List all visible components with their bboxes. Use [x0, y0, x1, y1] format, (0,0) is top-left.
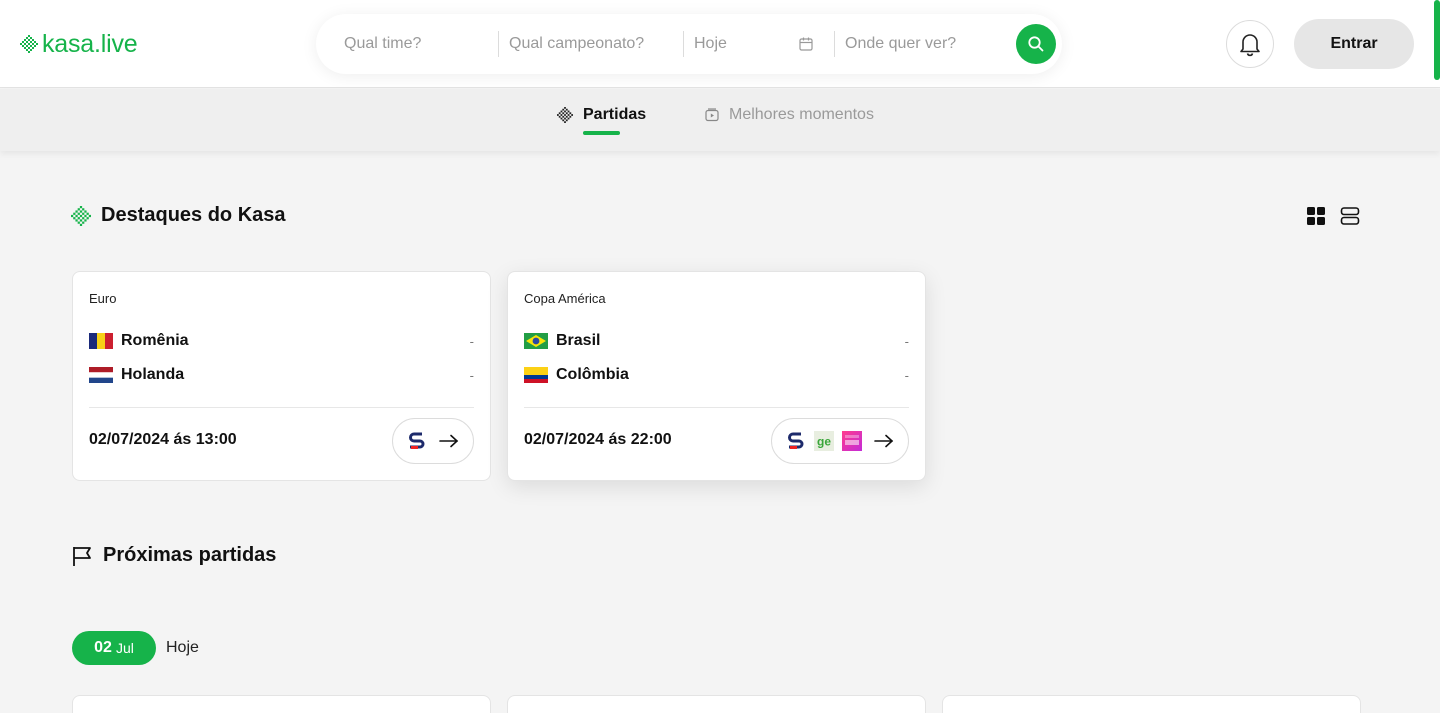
date-field[interactable]: Hoje: [684, 14, 834, 74]
team-row: Colômbia -: [524, 364, 909, 386]
date-field-value: Hoje: [694, 35, 727, 52]
globo-logo-icon: [842, 431, 862, 451]
list-view-icon[interactable]: [1340, 206, 1360, 226]
match-card[interactable]: Copa América Brasil - Colômbia - 02/07/2…: [507, 271, 926, 481]
kasa-logo-icon: [20, 35, 38, 53]
team-search-field[interactable]: Qual time?: [316, 14, 498, 74]
kasa-logo[interactable]: kasa.live: [20, 29, 138, 59]
team-row: Holanda -: [89, 364, 474, 386]
flag-icon: [73, 546, 91, 566]
team-row: Romênia -: [89, 330, 474, 352]
upcoming-section-title: Próximas partidas: [71, 544, 276, 567]
romania-flag-icon: [89, 333, 113, 349]
team-score: -: [469, 367, 474, 383]
tabs-bar: Partidas Melhores momentos: [0, 89, 1440, 151]
grid-view-icon[interactable]: [1306, 206, 1326, 226]
broadcast-link[interactable]: [392, 418, 474, 464]
login-button[interactable]: Entrar: [1294, 19, 1414, 69]
league-name: Copa América: [524, 291, 606, 306]
league-search-field[interactable]: Qual campeonato?: [499, 14, 683, 74]
match-card[interactable]: [942, 695, 1361, 713]
search-icon: [1028, 36, 1044, 52]
bell-icon: [1240, 34, 1260, 57]
notifications-button[interactable]: [1226, 20, 1274, 68]
match-card[interactable]: [507, 695, 926, 713]
search-button[interactable]: [1016, 24, 1056, 64]
where-search-field[interactable]: Onde quer ver?: [835, 14, 1015, 74]
sportv-logo-icon: [788, 432, 804, 449]
match-datetime: 02/07/2024 ás 13:00: [89, 431, 237, 448]
logo-text: kasa.live: [42, 30, 138, 58]
date-label: Hoje: [166, 639, 199, 656]
colombia-flag-icon: [524, 367, 548, 383]
team-row: Brasil -: [524, 330, 909, 352]
broadcast-link[interactable]: ge: [771, 418, 909, 464]
team-name: Holanda: [121, 366, 185, 383]
arrow-right-icon: [874, 434, 894, 448]
date-day: 02: [94, 639, 112, 656]
section-title-text: Destaques do Kasa: [101, 204, 286, 226]
tab-melhores-momentos[interactable]: Melhores momentos: [705, 106, 874, 124]
team-name: Romênia: [121, 332, 189, 349]
ge-logo-icon: ge: [814, 431, 834, 451]
match-datetime: 02/07/2024 ás 22:00: [524, 431, 672, 448]
date-chip[interactable]: 02 Jul: [72, 631, 156, 665]
section-title-text: Próximas partidas: [103, 544, 277, 566]
calendar-icon: [799, 37, 813, 51]
team-name: Colômbia: [556, 366, 629, 383]
card-divider: [89, 407, 474, 408]
match-card[interactable]: [72, 695, 491, 713]
highlights-section-title: Destaques do Kasa: [71, 204, 286, 227]
sportv-logo-icon: [409, 432, 425, 449]
card-divider: [524, 407, 909, 408]
kasa-logo-icon: [557, 107, 573, 123]
view-toggle: [1306, 206, 1360, 226]
search-bar: Qual time? Qual campeonato? Hoje Onde qu…: [316, 14, 1062, 74]
arrow-right-icon: [439, 434, 459, 448]
team-score: -: [904, 333, 909, 349]
svg-text:ge: ge: [817, 435, 831, 449]
netherlands-flag-icon: [89, 367, 113, 383]
top-header: kasa.live Qual time? Qual campeonato? Ho…: [0, 0, 1440, 88]
date-month: Jul: [115, 640, 134, 656]
tab-label: Melhores momentos: [729, 106, 874, 123]
team-score: -: [904, 367, 909, 383]
scrollbar[interactable]: [1434, 0, 1440, 80]
tab-label: Partidas: [583, 106, 647, 123]
match-card[interactable]: Euro Romênia - Holanda - 02/07/2024 ás 1…: [72, 271, 491, 481]
video-icon: [705, 108, 719, 122]
team-name: Brasil: [556, 332, 601, 349]
kasa-logo-icon: [71, 205, 91, 226]
tab-partidas[interactable]: Partidas: [557, 106, 646, 124]
active-tab-indicator: [583, 131, 620, 135]
brazil-flag-icon: [524, 333, 548, 349]
league-name: Euro: [89, 291, 117, 306]
team-score: -: [469, 333, 474, 349]
